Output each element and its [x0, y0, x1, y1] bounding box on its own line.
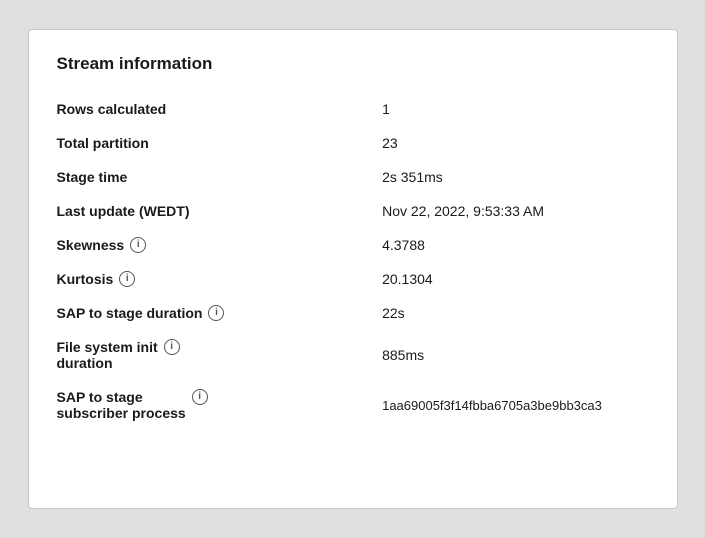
value-cell-sap-to-stage-subscriber: 1aa69005f3f14fbba6705a3be9bb3ca3 — [382, 380, 648, 430]
label-text-skewness: Skewness — [57, 237, 125, 253]
label-cell-rows-calculated: Rows calculated — [57, 92, 383, 126]
table-row-rows-calculated: Rows calculated 1 — [57, 92, 649, 126]
label-cell-last-update: Last update (WEDT) — [57, 194, 383, 228]
info-icon-kurtosis[interactable]: i — [119, 271, 135, 287]
label-text-kurtosis: Kurtosis — [57, 271, 114, 287]
table-row-sap-to-stage-duration: SAP to stage duration i 22s — [57, 296, 649, 330]
info-icon-file-system-init[interactable]: i — [164, 339, 180, 355]
label-cell-sap-to-stage-duration: SAP to stage duration i — [57, 296, 383, 330]
table-row-last-update: Last update (WEDT) Nov 22, 2022, 9:53:33 … — [57, 194, 649, 228]
label-text-last-update: Last update (WEDT) — [57, 203, 190, 219]
table-row-file-system-init: File system initduration i 885ms — [57, 330, 649, 380]
value-cell-total-partition: 23 — [382, 126, 648, 160]
info-icon-skewness[interactable]: i — [130, 237, 146, 253]
value-cell-last-update: Nov 22, 2022, 9:53:33 AM — [382, 194, 648, 228]
label-text-stage-time: Stage time — [57, 169, 128, 185]
label-text-total-partition: Total partition — [57, 135, 149, 151]
table-row-skewness: Skewness i 4.3788 — [57, 228, 649, 262]
value-cell-stage-time: 2s 351ms — [382, 160, 648, 194]
info-table: Rows calculated1Total partition23Stage t… — [57, 92, 649, 430]
info-icon-sap-to-stage-duration[interactable]: i — [208, 305, 224, 321]
table-row-total-partition: Total partition 23 — [57, 126, 649, 160]
value-cell-rows-calculated: 1 — [382, 92, 648, 126]
table-row-stage-time: Stage time 2s 351ms — [57, 160, 649, 194]
label-line1-sap-to-stage-subscriber: SAP to stage — [57, 389, 186, 405]
label-line2-sap-to-stage-subscriber: subscriber process — [57, 405, 186, 421]
label-text-rows-calculated: Rows calculated — [57, 101, 167, 117]
value-cell-file-system-init: 885ms — [382, 330, 648, 380]
stream-info-card: Stream information Rows calculated1Total… — [28, 29, 678, 509]
label-line1-file-system-init: File system init — [57, 339, 158, 355]
card-title: Stream information — [57, 54, 649, 74]
info-icon-sap-to-stage-subscriber[interactable]: i — [192, 389, 208, 405]
label-line2-file-system-init: duration — [57, 355, 158, 371]
table-row-kurtosis: Kurtosis i 20.1304 — [57, 262, 649, 296]
value-cell-skewness: 4.3788 — [382, 228, 648, 262]
label-cell-stage-time: Stage time — [57, 160, 383, 194]
label-cell-sap-to-stage-subscriber: SAP to stagesubscriber process i — [57, 380, 383, 430]
label-cell-total-partition: Total partition — [57, 126, 383, 160]
table-row-sap-to-stage-subscriber: SAP to stagesubscriber process i 1aa69005f… — [57, 380, 649, 430]
label-text-sap-to-stage-duration: SAP to stage duration — [57, 305, 203, 321]
label-cell-skewness: Skewness i — [57, 228, 383, 262]
label-cell-kurtosis: Kurtosis i — [57, 262, 383, 296]
label-cell-file-system-init: File system initduration i — [57, 330, 383, 380]
value-cell-sap-to-stage-duration: 22s — [382, 296, 648, 330]
value-cell-kurtosis: 20.1304 — [382, 262, 648, 296]
